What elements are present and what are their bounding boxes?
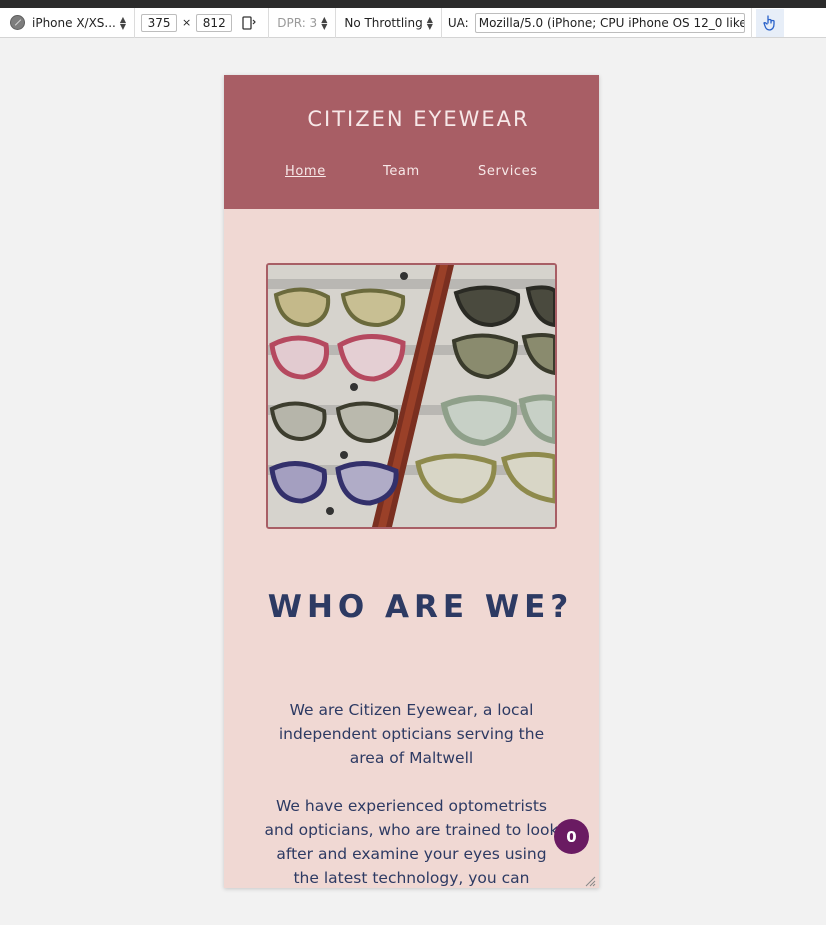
site-brand[interactable]: CITIZEN EYEWEAR bbox=[224, 107, 599, 131]
touch-simulation-button[interactable] bbox=[755, 8, 784, 37]
device-viewport: CITIZEN EYEWEAR Home Team Services WHO A… bbox=[224, 75, 599, 888]
height-input[interactable]: 812 bbox=[196, 13, 233, 32]
nav-home-link[interactable]: Home bbox=[285, 164, 326, 179]
user-agent-group: UA: Mozilla/5.0 (iPhone; CPU iPhone OS 1… bbox=[442, 8, 751, 38]
dimension-times: × bbox=[182, 16, 192, 29]
notification-badge[interactable]: 0 bbox=[554, 819, 589, 854]
ua-label: UA: bbox=[447, 15, 469, 30]
throttling-label: No Throttling bbox=[344, 15, 423, 30]
throttling-select[interactable]: No Throttling ▲ ▼ bbox=[336, 8, 441, 38]
width-input[interactable]: 375 bbox=[141, 13, 178, 32]
device-select[interactable]: iPhone X/XS... ▲ ▼ bbox=[0, 8, 134, 38]
device-label: iPhone X/XS... bbox=[32, 15, 116, 30]
toolbar-separator bbox=[134, 7, 136, 38]
nav-services-link[interactable]: Services bbox=[478, 164, 538, 179]
select-arrows-icon: ▲ ▼ bbox=[321, 14, 328, 31]
toolbar-separator bbox=[750, 7, 752, 38]
user-agent-input[interactable]: Mozilla/5.0 (iPhone; CPU iPhone OS 12_0 … bbox=[474, 12, 745, 33]
dpr-label: DPR: 3 bbox=[277, 15, 318, 30]
hand-pointer-icon bbox=[762, 14, 775, 31]
section-heading: WHO ARE WE? bbox=[267, 589, 574, 625]
site-header: CITIZEN EYEWEAR Home Team Services bbox=[224, 75, 599, 209]
nav-team-link[interactable]: Team bbox=[383, 164, 420, 179]
intro-paragraph: We are Citizen Eyewear, a local independ… bbox=[278, 701, 545, 767]
select-arrows-icon: ▲ ▼ bbox=[119, 14, 127, 31]
services-paragraph: We have experienced optometrists and opt… bbox=[264, 797, 559, 887]
resize-grip-icon[interactable] bbox=[584, 872, 596, 887]
no-sign-icon bbox=[10, 14, 25, 30]
hero-eyeglasses-image bbox=[266, 263, 557, 529]
responsive-toolbar: iPhone X/XS... ▲ ▼ 375 × 812 DPR: 3 ▲ ▼ No… bbox=[0, 7, 826, 38]
rotate-device-icon[interactable] bbox=[238, 12, 260, 34]
dpr-select[interactable]: DPR: 3 ▲ ▼ bbox=[269, 8, 335, 38]
select-arrows-icon: ▲ ▼ bbox=[426, 14, 433, 31]
